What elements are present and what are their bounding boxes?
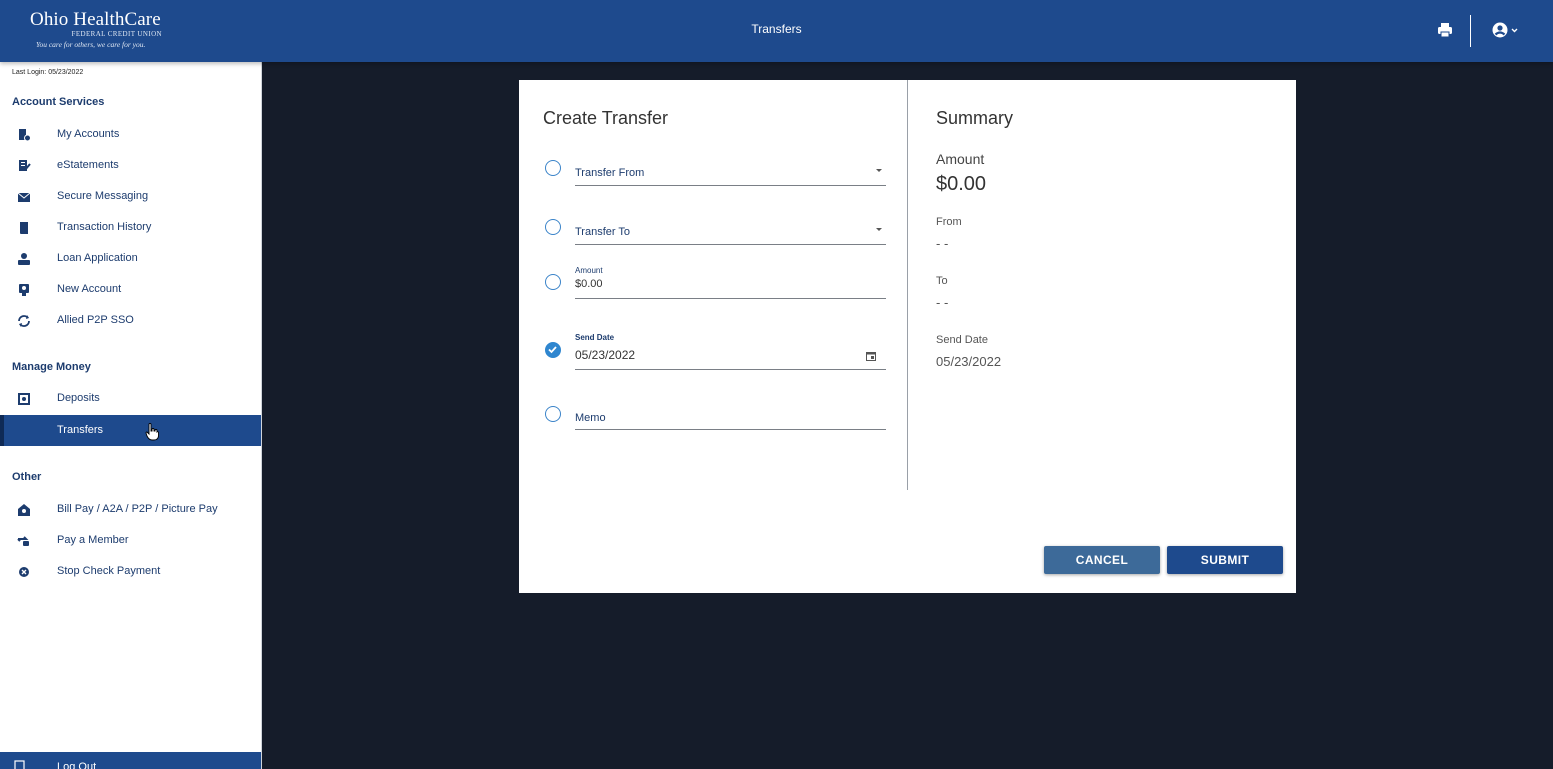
sidebar-item-label: Transfers [57,424,104,436]
last-login: Last Login: 05/23/2022 [12,69,84,76]
submit-button[interactable]: SUBMIT [1167,546,1283,574]
logo-tagline: You care for others, we care for you. [36,40,146,49]
memo-label: Memo [575,412,606,424]
memo-row: Memo [543,406,887,432]
sidebar-item-label: Pay a Member [57,534,129,546]
sidebar-item-label: My Accounts [57,128,120,140]
calendar-icon[interactable] [866,351,876,361]
stop-icon [19,567,29,577]
transfer-from-label: Transfer From [575,167,645,179]
sidebar-item-label: New Account [57,283,122,295]
accounts-icon [19,129,31,142]
amount-radio[interactable] [545,274,561,290]
book-icon [20,222,28,234]
amount-input[interactable]: Amount $0.00 [575,266,886,299]
bill-pay-icon [18,504,30,516]
sidebar-item-label: Secure Messaging [57,190,149,202]
transfer-to-row: Transfer To [543,217,887,245]
page-title: Transfers [751,22,802,36]
send-date-row: Send Date 05/23/2022 [543,333,887,371]
envelope-icon [17,192,31,202]
memo-radio[interactable] [545,406,561,422]
logout-label: Log Out [57,761,97,769]
card-divider [907,80,908,490]
sidebar-item-label: eStatements [57,159,119,171]
sidebar-item-label: Transaction History [57,221,152,233]
sidebar-item-bill-pay[interactable]: Bill Pay / A2A / P2P / Picture Pay [0,494,261,525]
transfer-to-radio[interactable] [545,219,561,235]
transfer-to-select[interactable]: Transfer To [575,224,886,245]
sidebar-item-label: Allied P2P SSO [57,314,134,326]
section-manage-money: Manage Money [12,361,91,373]
sidebar-item-new-account[interactable]: New Account [0,274,261,305]
top-header: Ohio HealthCare FEDERAL CREDIT UNION You… [0,0,1553,62]
sidebar-item-secure-messaging[interactable]: Secure Messaging [0,181,261,212]
sidebar: Last Login: 05/23/2022 Account Services … [0,62,262,769]
amount-value: $0.00 [575,278,603,290]
sidebar-item-label: Deposits [57,392,100,404]
new-account-icon [19,284,29,296]
summary-send-date-value: 05/23/2022 [936,354,1002,369]
sidebar-item-loan-application[interactable]: Loan Application [0,243,261,274]
sidebar-item-deposits[interactable]: Deposits [0,383,261,414]
safe-icon [18,393,30,405]
chevron-down-icon [876,228,882,231]
send-date-value: 05/23/2022 [575,348,636,362]
memo-input[interactable]: Memo [575,412,886,430]
sidebar-item-transaction-history[interactable]: Transaction History [0,212,261,243]
create-transfer-title: Create Transfer [543,108,669,128]
send-date-input[interactable]: Send Date 05/23/2022 [575,333,886,370]
sidebar-item-allied-p2p-sso[interactable]: Allied P2P SSO [0,305,261,336]
pay-member-icon [17,536,29,546]
chevron-down-icon [876,169,882,172]
loan-icon [18,253,30,265]
sidebar-item-label: Loan Application [57,252,138,264]
sidebar-item-my-accounts[interactable]: My Accounts [0,119,261,150]
cancel-button[interactable]: CANCEL [1044,546,1160,574]
sidebar-item-pay-a-member[interactable]: Pay a Member [0,525,261,556]
transfer-from-radio[interactable] [545,160,561,176]
summary-amount-value: $0.00 [936,173,987,195]
summary-from-value: - - [936,236,949,251]
transfer-card: Create Transfer Transfer From Transfer T… [519,80,1296,593]
checkmark-icon [548,346,557,354]
amount-label: Amount [575,266,603,275]
transfer-to-label: Transfer To [575,226,631,238]
send-date-radio[interactable] [545,342,561,358]
sync-icon [18,315,30,327]
sidebar-item-label: Stop Check Payment [57,565,161,577]
summary-from-label: From [936,216,962,228]
sidebar-item-estatements[interactable]: eStatements [0,150,261,181]
logout-button[interactable]: Log Out [0,752,261,769]
sidebar-item-stop-check-payment[interactable]: Stop Check Payment [0,556,261,587]
sidebar-item-label: Bill Pay / A2A / P2P / Picture Pay [57,503,218,515]
amount-row: Amount $0.00 [543,266,887,300]
summary-send-date-label: Send Date [936,334,988,346]
statement-icon [19,160,31,171]
transfer-from-select[interactable]: Transfer From [575,165,886,186]
hand-cursor-icon [145,423,159,441]
summary-to-value: - - [936,295,949,310]
print-icon[interactable] [1437,22,1453,38]
sidebar-item-transfers[interactable]: Transfers [0,415,261,446]
header-divider [1470,15,1471,47]
section-account-services: Account Services [12,96,105,108]
summary-title: Summary [936,108,1014,128]
logout-icon [14,760,25,769]
account-circle-icon[interactable] [1492,22,1520,40]
summary-to-label: To [936,275,948,287]
section-other: Other [12,471,42,483]
send-date-label: Send Date [575,333,615,342]
summary-amount-label: Amount [936,151,985,167]
transfer-from-row: Transfer From [543,158,887,186]
